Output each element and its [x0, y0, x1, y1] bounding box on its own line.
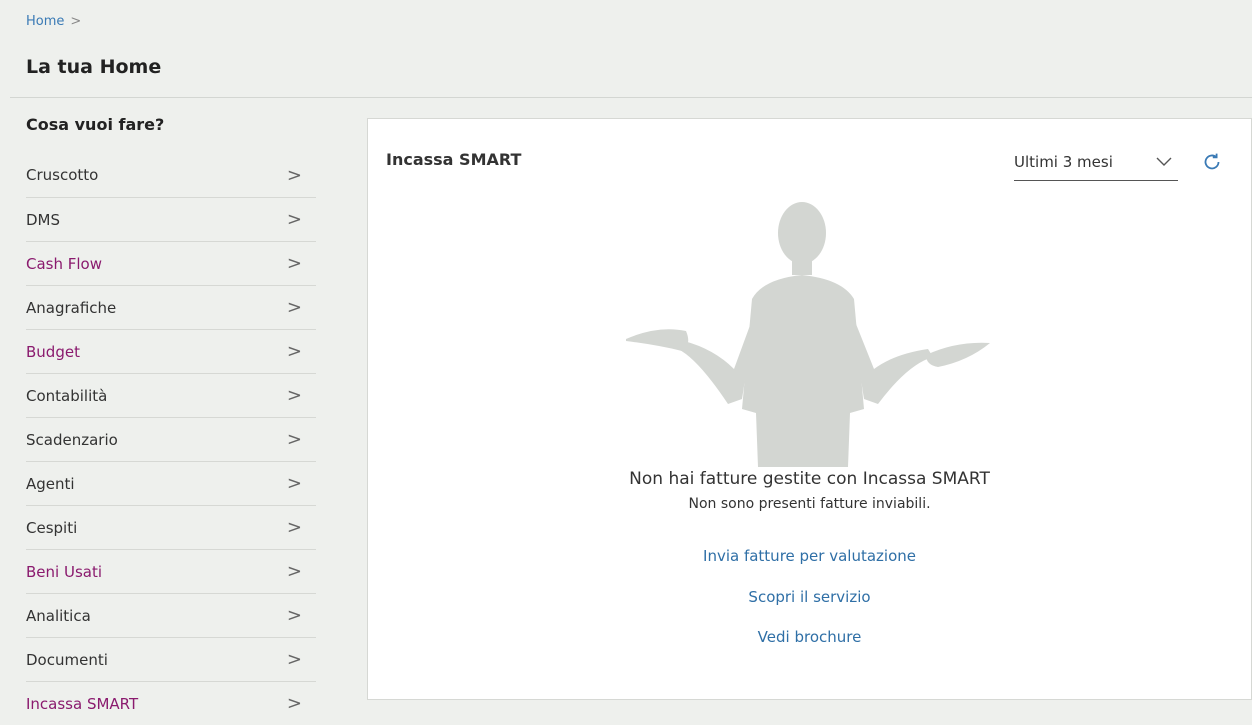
- discover-service-link[interactable]: Scopri il servizio: [368, 588, 1251, 606]
- sidebar-item-label: Scadenzario: [26, 430, 118, 449]
- chevron-right-icon: >: [286, 429, 302, 450]
- sidebar-item-label: Contabilità: [26, 386, 108, 405]
- sidebar-item-analitica[interactable]: Analitica >: [26, 593, 316, 637]
- sidebar-item-label: Beni Usati: [26, 562, 102, 581]
- chevron-right-icon: >: [286, 693, 302, 714]
- incassa-smart-panel: Incassa SMART Ultimi 3 mesi Non hai fatt…: [367, 118, 1252, 700]
- sidebar-item-label: Budget: [26, 342, 80, 361]
- empty-state-subtitle: Non sono presenti fatture inviabili.: [688, 496, 931, 512]
- period-select[interactable]: Ultimi 3 mesi: [1014, 143, 1178, 181]
- sidebar-item-documenti[interactable]: Documenti >: [26, 637, 316, 681]
- sidebar-item-label: Anagrafiche: [26, 298, 117, 317]
- sidebar-item-cespiti[interactable]: Cespiti >: [26, 505, 316, 549]
- refresh-icon[interactable]: [1201, 151, 1223, 173]
- sidebar-item-budget[interactable]: Budget >: [26, 329, 316, 373]
- breadcrumb: Home >: [26, 14, 81, 29]
- sidebar-item-label: Cash Flow: [26, 254, 102, 273]
- chevron-right-icon: >: [286, 164, 302, 186]
- breadcrumb-home-link[interactable]: Home: [26, 14, 64, 29]
- chevron-right-icon: >: [286, 209, 302, 230]
- sidebar-item-anagrafiche[interactable]: Anagrafiche >: [26, 285, 316, 329]
- chevron-right-icon: >: [286, 385, 302, 406]
- chevron-right-icon: >: [286, 561, 302, 582]
- sidebar: Cosa vuoi fare? Cruscotto > DMS > Cash Flow >…: [26, 110, 316, 725]
- sidebar-item-cash-flow[interactable]: Cash Flow >: [26, 241, 316, 285]
- empty-state-title: Non hai fatture gestite con Incassa SMAR…: [629, 469, 990, 489]
- sidebar-item-label: Cespiti: [26, 518, 78, 537]
- sidebar-item-label: Agenti: [26, 474, 75, 493]
- sidebar-item-label: Incassa SMART: [26, 694, 139, 713]
- sidebar-item-label: Documenti: [26, 650, 108, 669]
- send-invoices-link[interactable]: Invia fatture per valutazione: [368, 547, 1251, 565]
- sidebar-item-incassa-smart[interactable]: Incassa SMART >: [26, 681, 316, 725]
- chevron-right-icon: >: [286, 517, 302, 538]
- chevron-right-icon: >: [286, 649, 302, 670]
- sidebar-item-beni-usati[interactable]: Beni Usati >: [26, 549, 316, 593]
- page-title: La tua Home: [26, 56, 162, 78]
- sidebar-heading: Cosa vuoi fare?: [26, 115, 165, 134]
- sidebar-item-cruscotto[interactable]: Cruscotto >: [26, 153, 316, 197]
- chevron-right-icon: >: [286, 473, 302, 494]
- panel-title: Incassa SMART: [386, 150, 522, 169]
- sidebar-menu: Cruscotto > DMS > Cash Flow > Anagrafiche > Budg…: [26, 153, 316, 725]
- chevron-right-icon: >: [286, 253, 302, 274]
- chevron-right-icon: >: [286, 605, 302, 626]
- sidebar-item-label: DMS: [26, 210, 61, 229]
- sidebar-item-dms[interactable]: DMS >: [26, 197, 316, 241]
- chevron-right-icon: >: [286, 341, 302, 362]
- sidebar-item-label: Cruscotto: [26, 166, 99, 184]
- breadcrumb-separator: >: [70, 14, 82, 29]
- shrugging-person-illustration: [626, 202, 990, 467]
- sidebar-item-contabilit-[interactable]: Contabilità >: [26, 373, 316, 417]
- header-divider: [10, 97, 1252, 98]
- period-select-value: Ultimi 3 mesi: [1014, 152, 1113, 171]
- sidebar-item-scadenzario[interactable]: Scadenzario >: [26, 417, 316, 461]
- sidebar-item-agenti[interactable]: Agenti >: [26, 461, 316, 505]
- chevron-right-icon: >: [286, 297, 302, 318]
- brochure-link[interactable]: Vedi brochure: [368, 628, 1251, 646]
- chevron-down-icon: [1150, 153, 1178, 171]
- sidebar-item-label: Analitica: [26, 606, 91, 625]
